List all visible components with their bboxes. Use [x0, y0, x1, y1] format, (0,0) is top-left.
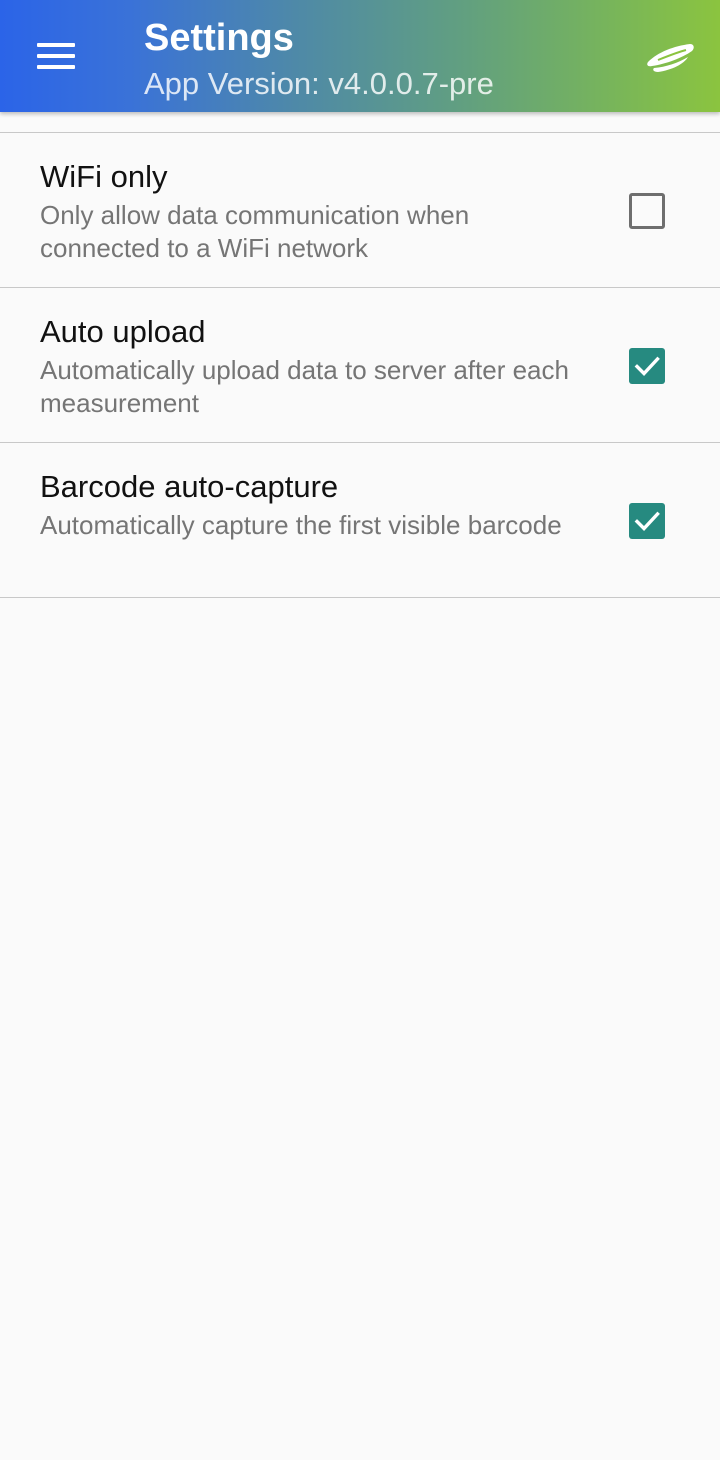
wifi-only-checkbox[interactable]: [629, 193, 665, 229]
setting-summary: Automatically upload data to server afte…: [40, 355, 569, 418]
brand-logo-icon: [647, 44, 694, 72]
app-version-subtitle: App Version: v4.0.0.7-pre: [144, 66, 494, 101]
checkmark-icon: [634, 356, 660, 376]
hamburger-menu-icon: [37, 43, 75, 69]
setting-title: WiFi only: [40, 159, 168, 194]
setting-wifi-only[interactable]: WiFi only Only allow data communication …: [0, 133, 720, 288]
setting-barcode-auto-capture[interactable]: Barcode auto-capture Automatically captu…: [0, 443, 720, 598]
setting-summary: Automatically capture the first visible …: [40, 510, 562, 540]
auto-upload-checkbox[interactable]: [629, 348, 665, 384]
barcode-auto-capture-checkbox[interactable]: [629, 503, 665, 539]
setting-title: Auto upload: [40, 314, 206, 349]
menu-button[interactable]: [24, 28, 88, 84]
app-bar: Settings App Version: v4.0.0.7-pre: [0, 0, 720, 112]
setting-auto-upload[interactable]: Auto upload Automatically upload data to…: [0, 288, 720, 443]
setting-title: Barcode auto-capture: [40, 469, 339, 504]
settings-list: WiFi only Only allow data communication …: [0, 132, 720, 598]
page-title: Settings: [144, 17, 294, 59]
checkmark-icon: [634, 511, 660, 531]
setting-summary: Only allow data communication when conne…: [40, 200, 470, 263]
